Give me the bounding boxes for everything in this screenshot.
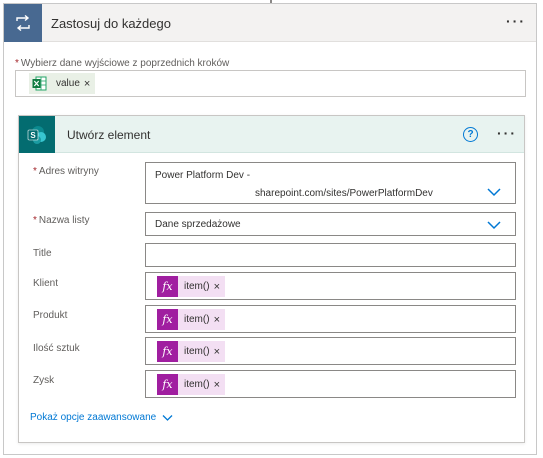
required-marker: * (33, 215, 37, 226)
site-address-label: * Adres witryny (33, 166, 99, 177)
create-item-title: Utwórz element (67, 128, 151, 142)
remove-token-button[interactable]: × (214, 379, 225, 391)
list-name-dropdown[interactable]: Dane sprzedażowe (145, 212, 516, 236)
ilosc-sztuk-input[interactable]: fx item() × (145, 337, 516, 365)
required-marker: * (33, 166, 37, 177)
chevron-down-icon[interactable] (487, 187, 501, 197)
fx-icon: fx (157, 374, 178, 395)
zysk-label: Zysk (33, 375, 55, 386)
fx-icon: fx (157, 276, 178, 297)
fx-icon: fx (157, 341, 178, 362)
excel-icon (29, 73, 50, 94)
expression-token[interactable]: fx item() × (157, 309, 225, 330)
loop-icon (4, 4, 42, 42)
remove-token-button[interactable]: × (214, 281, 225, 293)
expression-token[interactable]: fx item() × (157, 276, 225, 297)
create-item-card: S Utwórz element ? ··· * Adres witryny Po… (18, 115, 525, 443)
remove-token-button[interactable]: × (214, 346, 225, 358)
chevron-down-icon[interactable] (487, 220, 501, 230)
show-advanced-options-label: Pokaż opcje zaawansowane (30, 412, 157, 423)
expression-label: item() (184, 379, 210, 390)
loop-more-options-button[interactable]: ··· (506, 13, 526, 29)
select-output-label: * Wybierz dane wyjściowe z poprzednich kr… (15, 58, 229, 69)
apply-to-each-card: Zastosuj do każdego ··· * Wybierz dane wy… (3, 3, 537, 455)
expression-label: item() (184, 346, 210, 357)
show-advanced-options-link[interactable]: Pokaż opcje zaawansowane (30, 412, 173, 423)
produkt-input[interactable]: fx item() × (145, 305, 516, 333)
expression-token[interactable]: fx item() × (157, 341, 225, 362)
remove-token-button[interactable]: × (84, 78, 95, 90)
sharepoint-icon: S (19, 116, 55, 153)
action-more-options-button[interactable]: ··· (497, 125, 517, 141)
required-marker: * (15, 58, 19, 69)
help-icon[interactable]: ? (463, 127, 478, 142)
expression-token[interactable]: fx item() × (157, 374, 225, 395)
value-token[interactable]: value × (29, 73, 96, 94)
expression-label: item() (184, 281, 210, 292)
create-item-header[interactable]: S Utwórz element ? ··· (19, 116, 524, 153)
list-name-value: Dane sprzedażowe (155, 219, 241, 230)
remove-token-button[interactable]: × (214, 314, 225, 326)
site-address-dropdown[interactable]: Power Platform Dev - sharepoint.com/site… (145, 162, 516, 204)
klient-label: Klient (33, 278, 59, 289)
expression-label: item() (184, 314, 210, 325)
select-output-label-text: Wybierz dane wyjściowe z poprzednich kro… (20, 58, 230, 69)
list-name-label-text: Nazwa listy (38, 215, 90, 226)
site-address-value-line1: Power Platform Dev - (155, 170, 251, 181)
value-token-label: value (56, 78, 80, 89)
klient-input[interactable]: fx item() × (145, 272, 516, 300)
site-address-value-line2: sharepoint.com/sites/PowerPlatformDev (255, 188, 433, 199)
produkt-label: Produkt (33, 310, 68, 321)
ilosc-sztuk-label: Ilość sztuk (33, 343, 80, 354)
chevron-down-icon (162, 414, 173, 421)
zysk-input[interactable]: fx item() × (145, 370, 516, 398)
svg-text:S: S (30, 131, 36, 140)
title-input[interactable] (145, 243, 516, 267)
select-output-input[interactable]: value × (15, 70, 526, 97)
list-name-label: * Nazwa listy (33, 215, 89, 226)
apply-to-each-header[interactable]: Zastosuj do każdego ··· (4, 4, 536, 42)
apply-to-each-title: Zastosuj do każdego (51, 16, 171, 31)
title-label: Title (33, 248, 52, 259)
fx-icon: fx (157, 309, 178, 330)
site-address-label-text: Adres witryny (38, 166, 99, 177)
